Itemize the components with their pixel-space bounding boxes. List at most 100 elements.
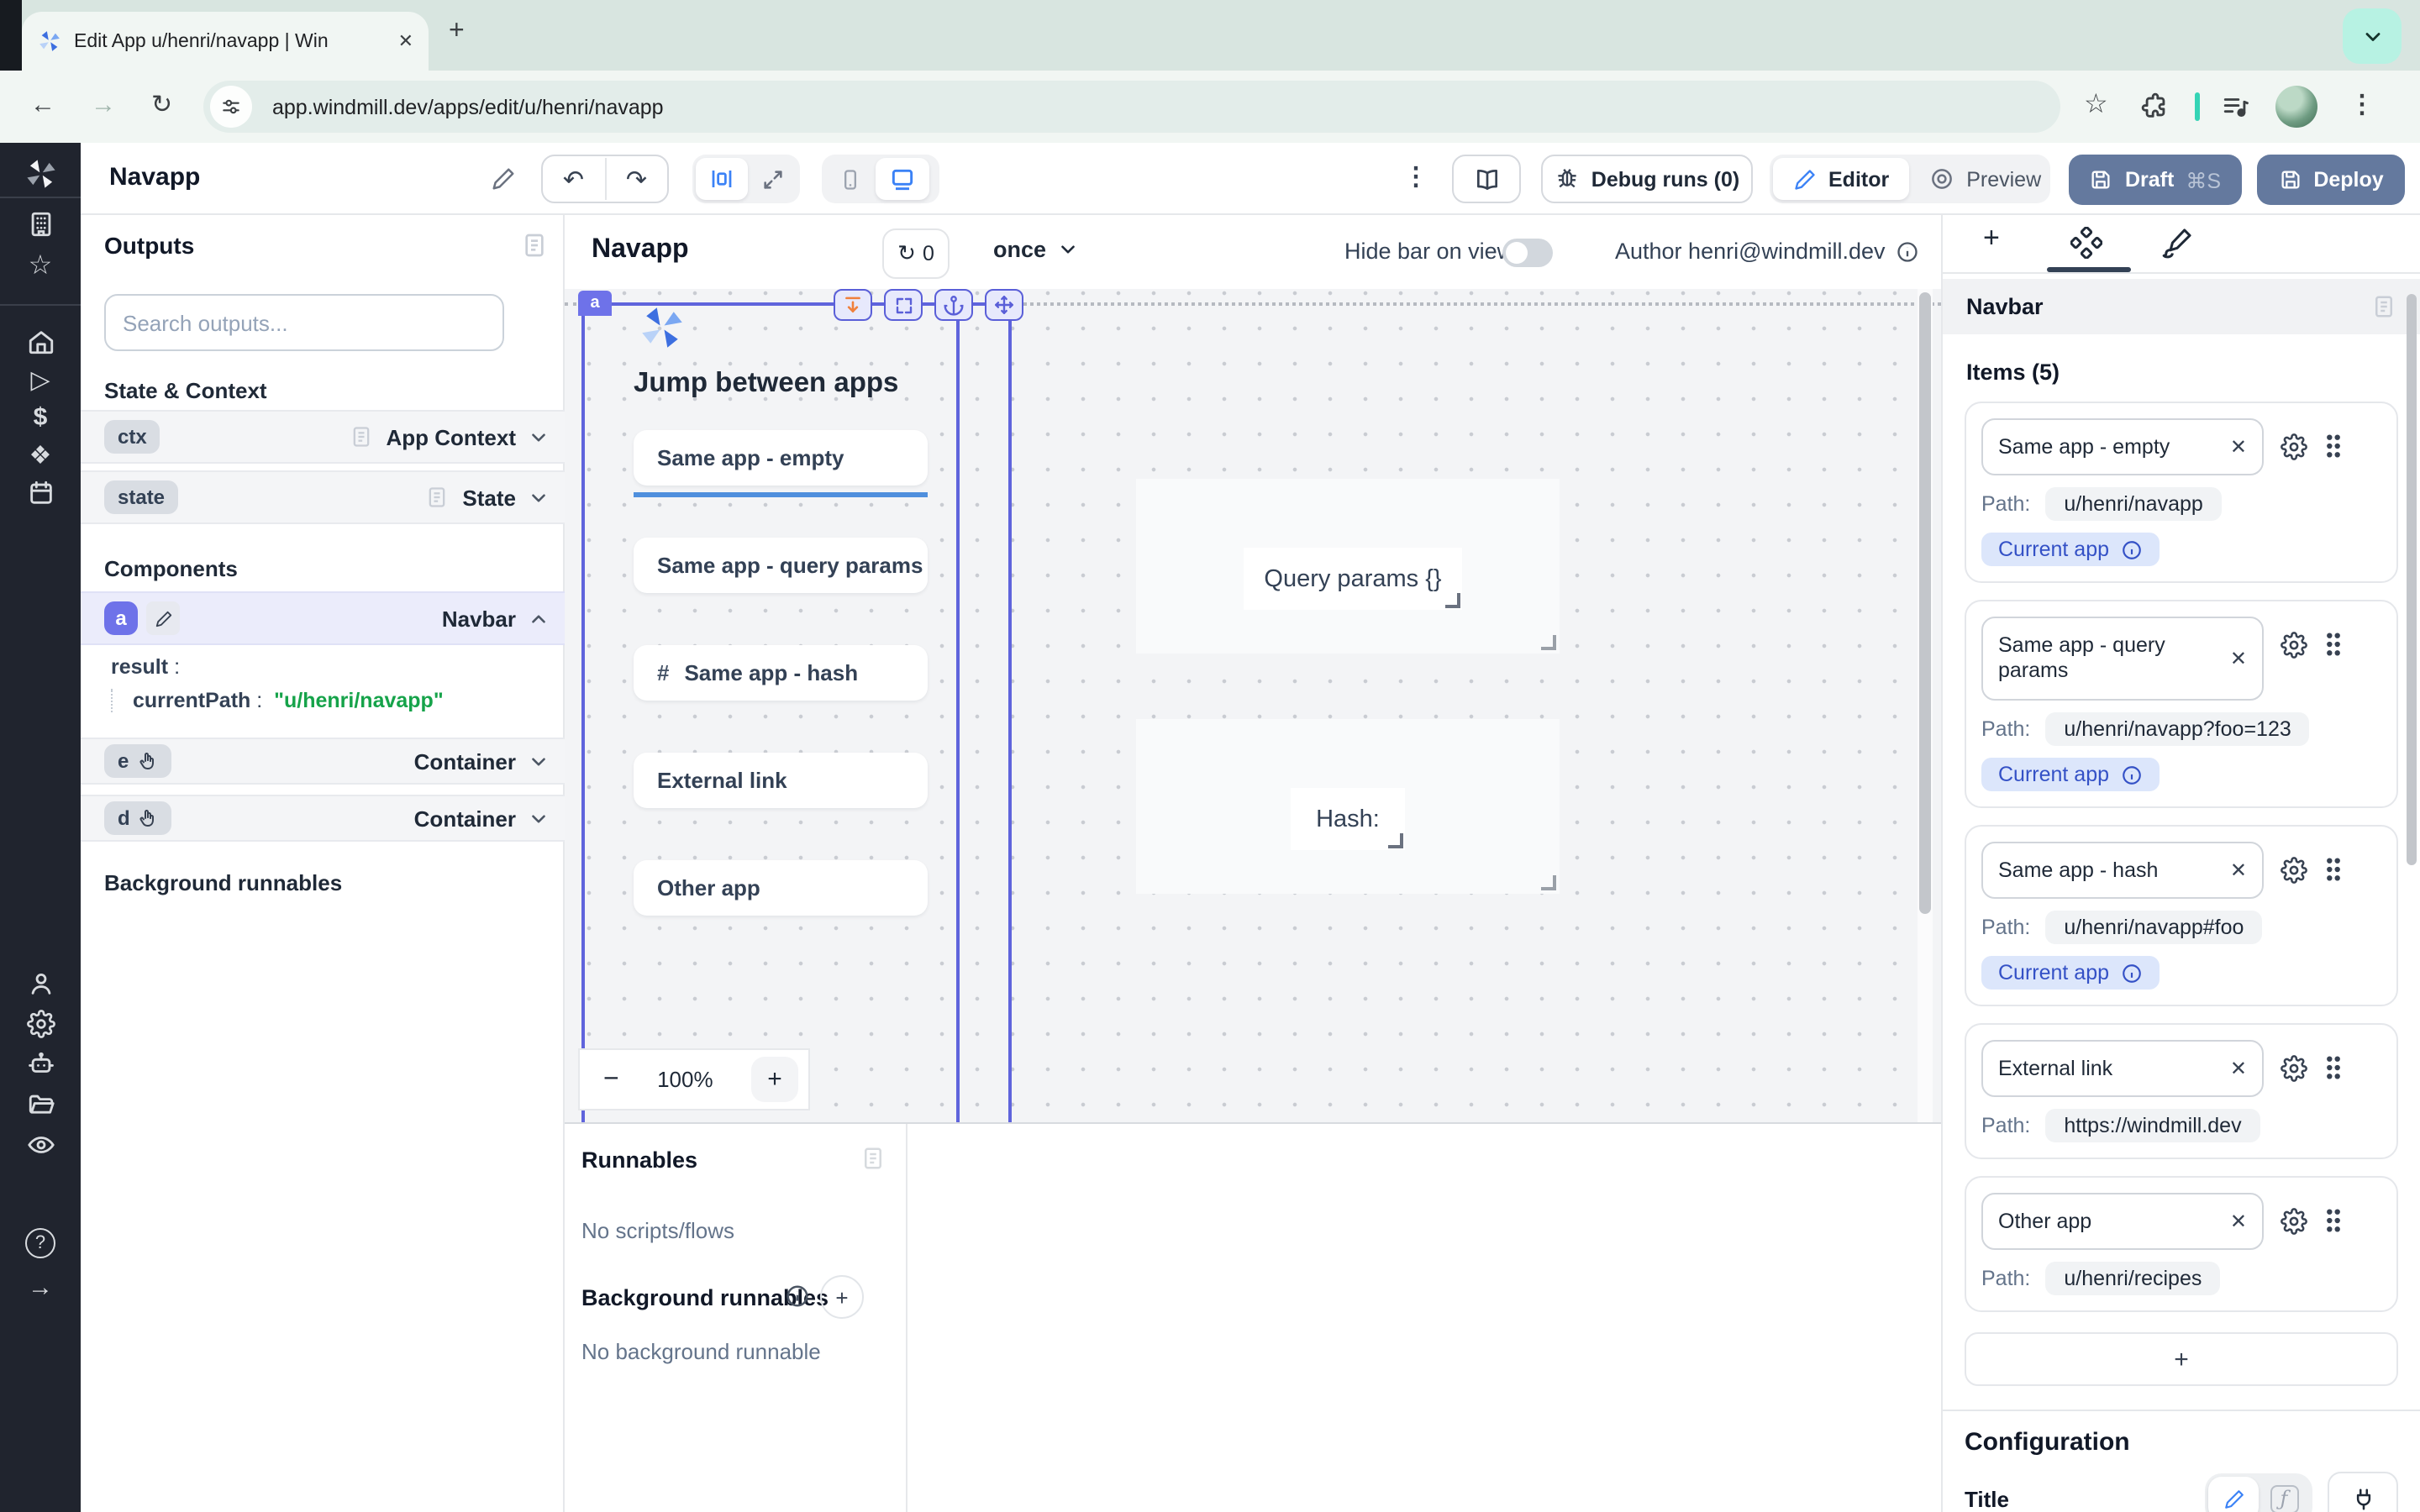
help-button[interactable]: ? — [0, 1228, 81, 1258]
refresh-count-button[interactable]: ↻ 0 — [882, 228, 950, 279]
clear-label-icon[interactable]: ✕ — [2230, 858, 2247, 882]
output-row-state[interactable]: state State — [81, 470, 565, 524]
zoom-in-button[interactable]: + — [751, 1057, 798, 1102]
tab-preview[interactable]: Preview — [1909, 158, 2061, 200]
sidebar-item-workspace[interactable] — [0, 210, 81, 239]
sidebar-item-runs[interactable]: ▷ — [0, 365, 81, 398]
static-mode-button[interactable] — [2208, 1477, 2259, 1512]
tab-component-settings-icon[interactable] — [2070, 227, 2102, 259]
browser-tab[interactable]: Edit App u/henri/navapp | Win ✕ — [22, 12, 429, 71]
item-label-input[interactable]: Same app - empty ✕ — [1981, 418, 2264, 475]
drag-handle-icon[interactable] — [2324, 1055, 2343, 1080]
mobile-view-button[interactable] — [825, 158, 876, 200]
item-path[interactable]: u/henri/navapp?foo=123 — [2045, 712, 2309, 746]
debug-runs-button[interactable]: Debug runs (0) — [1541, 155, 1753, 203]
item-settings-gear-icon[interactable] — [2281, 632, 2307, 659]
tab-close-icon[interactable]: ✕ — [398, 30, 413, 52]
browser-menu-icon[interactable]: ⋮ — [2349, 91, 2375, 121]
item-settings-gear-icon[interactable] — [2281, 1208, 2307, 1235]
panel-doc-icon[interactable] — [521, 232, 548, 259]
doc-icon[interactable] — [349, 425, 372, 449]
info-icon[interactable] — [785, 1284, 810, 1309]
tab-insert-component[interactable]: + — [1983, 222, 2000, 255]
connect-input-button[interactable] — [2328, 1472, 2398, 1512]
extensions-icon[interactable] — [2141, 92, 2170, 121]
item-label-input[interactable]: Same app - hash ✕ — [1981, 842, 2264, 899]
sidebar-item-resources[interactable]: ❖ — [0, 440, 81, 474]
forward-button[interactable]: → — [91, 91, 116, 121]
panel-doc-icon[interactable] — [860, 1146, 886, 1171]
panel-scrollbar[interactable] — [2405, 272, 2420, 1512]
sidebar-item-favorites[interactable]: ☆ — [0, 250, 81, 284]
item-label-input[interactable]: Other app ✕ — [1981, 1193, 2264, 1250]
sidebar-item-schedules[interactable] — [0, 479, 81, 507]
info-icon[interactable] — [2121, 764, 2143, 785]
item-path[interactable]: u/henri/recipes — [2045, 1262, 2220, 1295]
chevron-up-icon[interactable] — [528, 607, 550, 629]
undo-button[interactable]: ↶ — [543, 158, 606, 200]
chevron-down-icon[interactable] — [528, 486, 550, 508]
nav-button-query-params[interactable]: Same app - query params — [634, 538, 928, 593]
output-row-ctx[interactable]: ctx App Context — [81, 410, 565, 464]
resize-handle[interactable] — [1541, 875, 1556, 890]
sidebar-item-variables[interactable]: $ — [0, 402, 81, 435]
move-component-button[interactable] — [985, 289, 1023, 321]
doc-icon[interactable] — [425, 486, 449, 509]
collapse-sidebar-icon[interactable]: → — [0, 1272, 81, 1305]
component-row-container-d[interactable]: d Container — [81, 795, 565, 842]
drag-handle-icon[interactable] — [2324, 857, 2343, 882]
panel-doc-icon[interactable] — [2371, 294, 2396, 319]
item-settings-gear-icon[interactable] — [2281, 857, 2307, 884]
item-path[interactable]: https://windmill.dev — [2045, 1109, 2260, 1142]
sidebar-item-workers[interactable] — [0, 1050, 81, 1079]
search-input[interactable] — [104, 294, 504, 351]
redo-button[interactable]: ↷ — [606, 158, 667, 200]
hash-container[interactable]: Hash: — [1136, 719, 1560, 894]
rename-component-button[interactable] — [146, 601, 180, 635]
edit-title-pencil-icon[interactable] — [491, 166, 516, 192]
desktop-view-button[interactable] — [876, 158, 929, 200]
nav-button-other-app[interactable]: Other app — [634, 860, 928, 916]
item-label-input[interactable]: Same app - query params ✕ — [1981, 617, 2264, 701]
item-label-input[interactable]: External link ✕ — [1981, 1040, 2264, 1097]
expression-mode-button[interactable]: ƒ — [2259, 1477, 2309, 1512]
clear-label-icon[interactable]: ✕ — [2230, 435, 2247, 459]
chevron-down-icon[interactable] — [528, 426, 550, 448]
drag-handle-icon[interactable] — [2324, 1208, 2343, 1233]
item-settings-gear-icon[interactable] — [2281, 433, 2307, 460]
tab-editor[interactable]: Editor — [1773, 158, 1909, 200]
reload-button[interactable]: ↻ — [151, 91, 172, 121]
fullscreen-component-button[interactable] — [884, 289, 923, 321]
deploy-button[interactable]: Deploy — [2257, 155, 2405, 205]
sidebar-item-folders[interactable] — [0, 1090, 81, 1119]
clear-label-icon[interactable]: ✕ — [2230, 1057, 2247, 1080]
site-settings-icon[interactable] — [210, 86, 252, 128]
fullwidth-layout-button[interactable] — [748, 158, 798, 200]
drag-handle-icon[interactable] — [2324, 632, 2343, 657]
more-menu-icon[interactable]: ⋮ — [1403, 161, 1428, 192]
clear-label-icon[interactable]: ✕ — [2230, 1210, 2247, 1233]
new-tab-button[interactable]: + — [449, 17, 465, 47]
info-icon[interactable] — [2121, 538, 2143, 560]
tab-search-button[interactable] — [2343, 8, 2402, 64]
info-icon[interactable] — [2121, 962, 2143, 984]
item-settings-gear-icon[interactable] — [2281, 1055, 2307, 1082]
avatar[interactable] — [2275, 86, 2317, 128]
tab-styling-icon[interactable] — [2161, 227, 2193, 259]
add-item-button[interactable]: + — [1965, 1332, 2398, 1386]
item-path[interactable]: u/henri/navapp#foo — [2045, 911, 2262, 944]
draft-button[interactable]: Draft ⌘S — [2069, 155, 2242, 205]
item-path[interactable]: u/henri/navapp — [2045, 487, 2221, 521]
info-icon[interactable] — [1896, 239, 1919, 263]
sidebar-item-audit-logs[interactable] — [0, 1131, 81, 1159]
windmill-logo[interactable] — [0, 156, 81, 192]
sidebar-item-home[interactable] — [0, 328, 81, 356]
anchor-component-button[interactable] — [934, 289, 973, 321]
bookmark-star-icon[interactable]: ☆ — [2084, 91, 2108, 121]
app-canvas[interactable]: a Jump between apps Same app - empty Sam… — [565, 289, 1941, 1122]
nav-button-external-link[interactable]: External link — [634, 753, 928, 808]
run-mode-dropdown[interactable]: once — [993, 237, 1078, 262]
chevron-down-icon[interactable] — [528, 750, 550, 772]
component-row-container-e[interactable]: e Container — [81, 738, 565, 785]
expand-down-button[interactable] — [834, 289, 872, 321]
